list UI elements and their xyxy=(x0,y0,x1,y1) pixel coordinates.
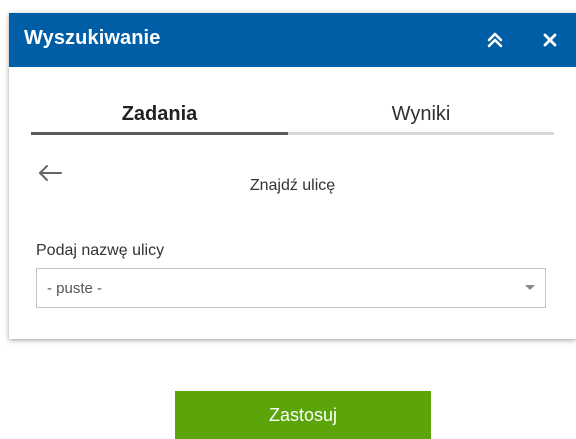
panel-title: Wyszukiwanie xyxy=(24,27,161,49)
close-button[interactable] xyxy=(536,25,564,55)
street-field-label: Podaj nazwę ulicy xyxy=(36,242,165,259)
task-title: Znajdź ulicę xyxy=(249,177,336,194)
street-select-value: - puste - xyxy=(47,280,103,297)
apply-button[interactable]: Zastosuj xyxy=(175,391,431,439)
street-select[interactable]: - puste - xyxy=(36,268,546,308)
collapse-button[interactable] xyxy=(481,25,509,55)
tab-active-indicator xyxy=(31,132,288,135)
chevron-double-up-icon xyxy=(487,32,503,48)
panel-header: Wyszukiwanie xyxy=(9,13,576,67)
search-page: Wyszukiwanie Zadania Wyniki Znajdź ulicę… xyxy=(0,0,576,439)
close-icon xyxy=(543,33,557,47)
search-panel: Wyszukiwanie Zadania Wyniki Znajdź ulicę… xyxy=(9,13,576,339)
caret-down-icon xyxy=(525,285,535,290)
